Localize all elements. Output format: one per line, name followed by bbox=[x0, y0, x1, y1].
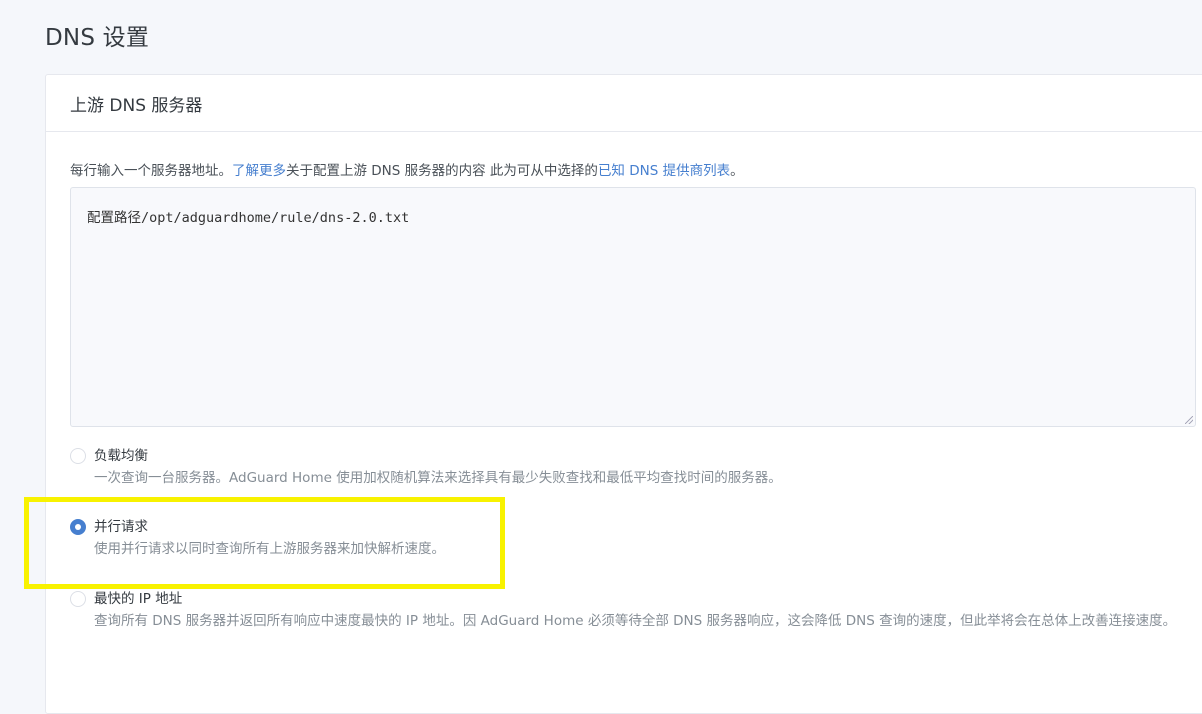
resize-handle-icon[interactable] bbox=[1185, 416, 1193, 424]
upstream-hint: 每行输入一个服务器地址。了解更多关于配置上游 DNS 服务器的内容 此为可从中选… bbox=[70, 159, 744, 179]
learn-more-link[interactable]: 了解更多 bbox=[232, 163, 286, 179]
textarea-value: 配置路径/opt/adguardhome/rule/dns-2.0.txt bbox=[87, 210, 410, 226]
upstream-servers-textarea[interactable]: 配置路径/opt/adguardhome/rule/dns-2.0.txt bbox=[70, 187, 1196, 427]
hint-middle: 关于配置上游 DNS 服务器的内容 此为可从中选择的 bbox=[286, 163, 598, 179]
card-title: 上游 DNS 服务器 bbox=[70, 95, 203, 116]
option-title: 负载均衡 bbox=[94, 448, 148, 464]
radio-parallel-requests[interactable] bbox=[70, 519, 86, 535]
radio-fastest-ip[interactable] bbox=[70, 591, 86, 607]
hint-suffix: 。 bbox=[730, 163, 744, 179]
card-header: 上游 DNS 服务器 bbox=[46, 75, 1202, 132]
option-desc: 一次查询一台服务器。AdGuard Home 使用加权随机算法来选择具有最少失败… bbox=[94, 470, 782, 486]
option-title: 并行请求 bbox=[94, 519, 148, 535]
radio-load-balancing[interactable] bbox=[70, 448, 86, 464]
option-load-balancing[interactable]: 负载均衡 一次查询一台服务器。AdGuard Home 使用加权随机算法来选择具… bbox=[70, 447, 782, 489]
option-fastest-ip[interactable]: 最快的 IP 地址 查询所有 DNS 服务器并返回所有响应中速度最快的 IP 地… bbox=[70, 590, 1202, 632]
option-desc: 使用并行请求以同时查询所有上游服务器来加快解析速度。 bbox=[94, 541, 445, 557]
option-title: 最快的 IP 地址 bbox=[94, 591, 183, 607]
dns-providers-link[interactable]: 已知 DNS 提供商列表 bbox=[598, 163, 730, 179]
page-title: DNS 设置 bbox=[45, 25, 150, 51]
upstream-dns-card: 上游 DNS 服务器 每行输入一个服务器地址。了解更多关于配置上游 DNS 服务… bbox=[45, 74, 1202, 714]
option-parallel-requests[interactable]: 并行请求 使用并行请求以同时查询所有上游服务器来加快解析速度。 bbox=[70, 518, 445, 560]
option-desc: 查询所有 DNS 服务器并返回所有响应中速度最快的 IP 地址。因 AdGuar… bbox=[94, 613, 1177, 629]
hint-prefix: 每行输入一个服务器地址。 bbox=[70, 163, 232, 179]
